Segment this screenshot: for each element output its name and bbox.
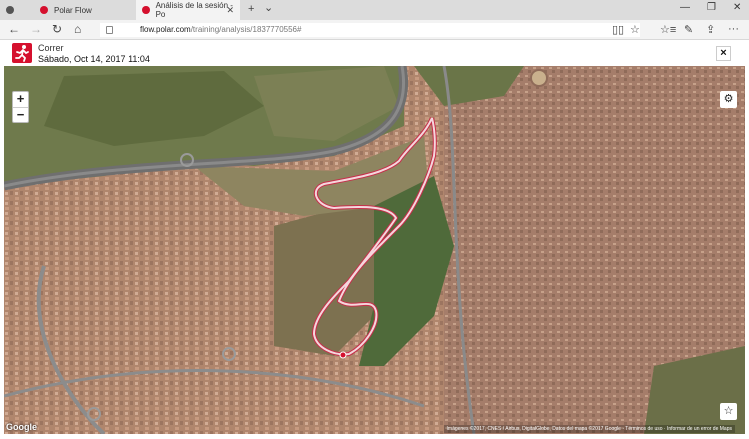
url-path: /training/analysis/1837770556# bbox=[190, 25, 302, 34]
forward-arrow-icon[interactable]: → bbox=[30, 22, 42, 36]
web-note-icon[interactable]: ✎ bbox=[684, 23, 693, 36]
session-header: Correr Sábado, Oct 14, 2017 11:04 × bbox=[0, 40, 749, 66]
close-window-icon[interactable]: ✕ bbox=[733, 2, 741, 13]
url-field[interactable]: flow.polar.com/training/analysis/1837770… bbox=[100, 23, 640, 37]
favorite-star-button[interactable]: ☆ bbox=[720, 403, 737, 420]
more-options-icon[interactable]: ··· bbox=[728, 23, 739, 35]
maximize-icon[interactable]: ❐ bbox=[707, 2, 716, 13]
zoom-in-button[interactable]: + bbox=[13, 92, 28, 107]
back-arrow-icon[interactable]: ← bbox=[8, 22, 20, 36]
running-sport-icon bbox=[12, 43, 32, 63]
home-icon[interactable]: ⌂ bbox=[74, 22, 81, 36]
tab-title: Polar Flow bbox=[54, 5, 92, 15]
map-settings-gear-icon[interactable]: ⚙ bbox=[720, 91, 737, 108]
url-host: flow.polar.com bbox=[140, 25, 191, 34]
close-button[interactable]: × bbox=[716, 46, 731, 61]
polar-favicon-icon bbox=[142, 6, 150, 14]
map-attribution[interactable]: Imágenes ©2017, CNES / Airbus, DigitalGl… bbox=[443, 425, 735, 433]
favorites-hub-icon[interactable]: ☆≡ bbox=[660, 23, 676, 36]
route-map[interactable]: + − ⚙ ☆ Google Imágenes ©2017, CNES / Ai… bbox=[4, 66, 745, 434]
tab-placeholder[interactable] bbox=[0, 0, 34, 20]
zoom-out-button[interactable]: − bbox=[13, 107, 28, 122]
google-logo: Google bbox=[6, 422, 37, 432]
refresh-icon[interactable]: ↻ bbox=[52, 22, 62, 36]
address-bar: ← → ↻ ⌂ flow.polar.com/training/analysis… bbox=[0, 20, 749, 40]
polar-favicon-icon bbox=[40, 6, 48, 14]
new-tab-button[interactable]: + bbox=[248, 3, 254, 15]
favorite-star-icon[interactable]: ☆ bbox=[630, 23, 640, 36]
sport-name: Correr bbox=[38, 43, 64, 53]
tab-favicon bbox=[6, 6, 14, 14]
session-date: Sábado, Oct 14, 2017 11:04 bbox=[38, 54, 150, 64]
share-icon[interactable]: ⇪ bbox=[706, 23, 715, 36]
reading-view-icon[interactable]: ▯▯ bbox=[612, 23, 624, 36]
tab-session-analysis[interactable]: Análisis de la sesión - Po ✕ bbox=[136, 0, 240, 20]
satellite-map-image bbox=[4, 66, 745, 434]
tab-bar: Polar Flow Análisis de la sesión - Po ✕ … bbox=[0, 0, 749, 20]
zoom-control: + − bbox=[12, 91, 29, 123]
minimize-icon[interactable]: — bbox=[680, 2, 690, 13]
lock-icon bbox=[106, 26, 113, 34]
close-tab-icon[interactable]: ✕ bbox=[226, 5, 234, 16]
tab-list-button[interactable]: ⌄ bbox=[264, 1, 273, 14]
tab-polar-flow[interactable]: Polar Flow bbox=[34, 0, 134, 20]
